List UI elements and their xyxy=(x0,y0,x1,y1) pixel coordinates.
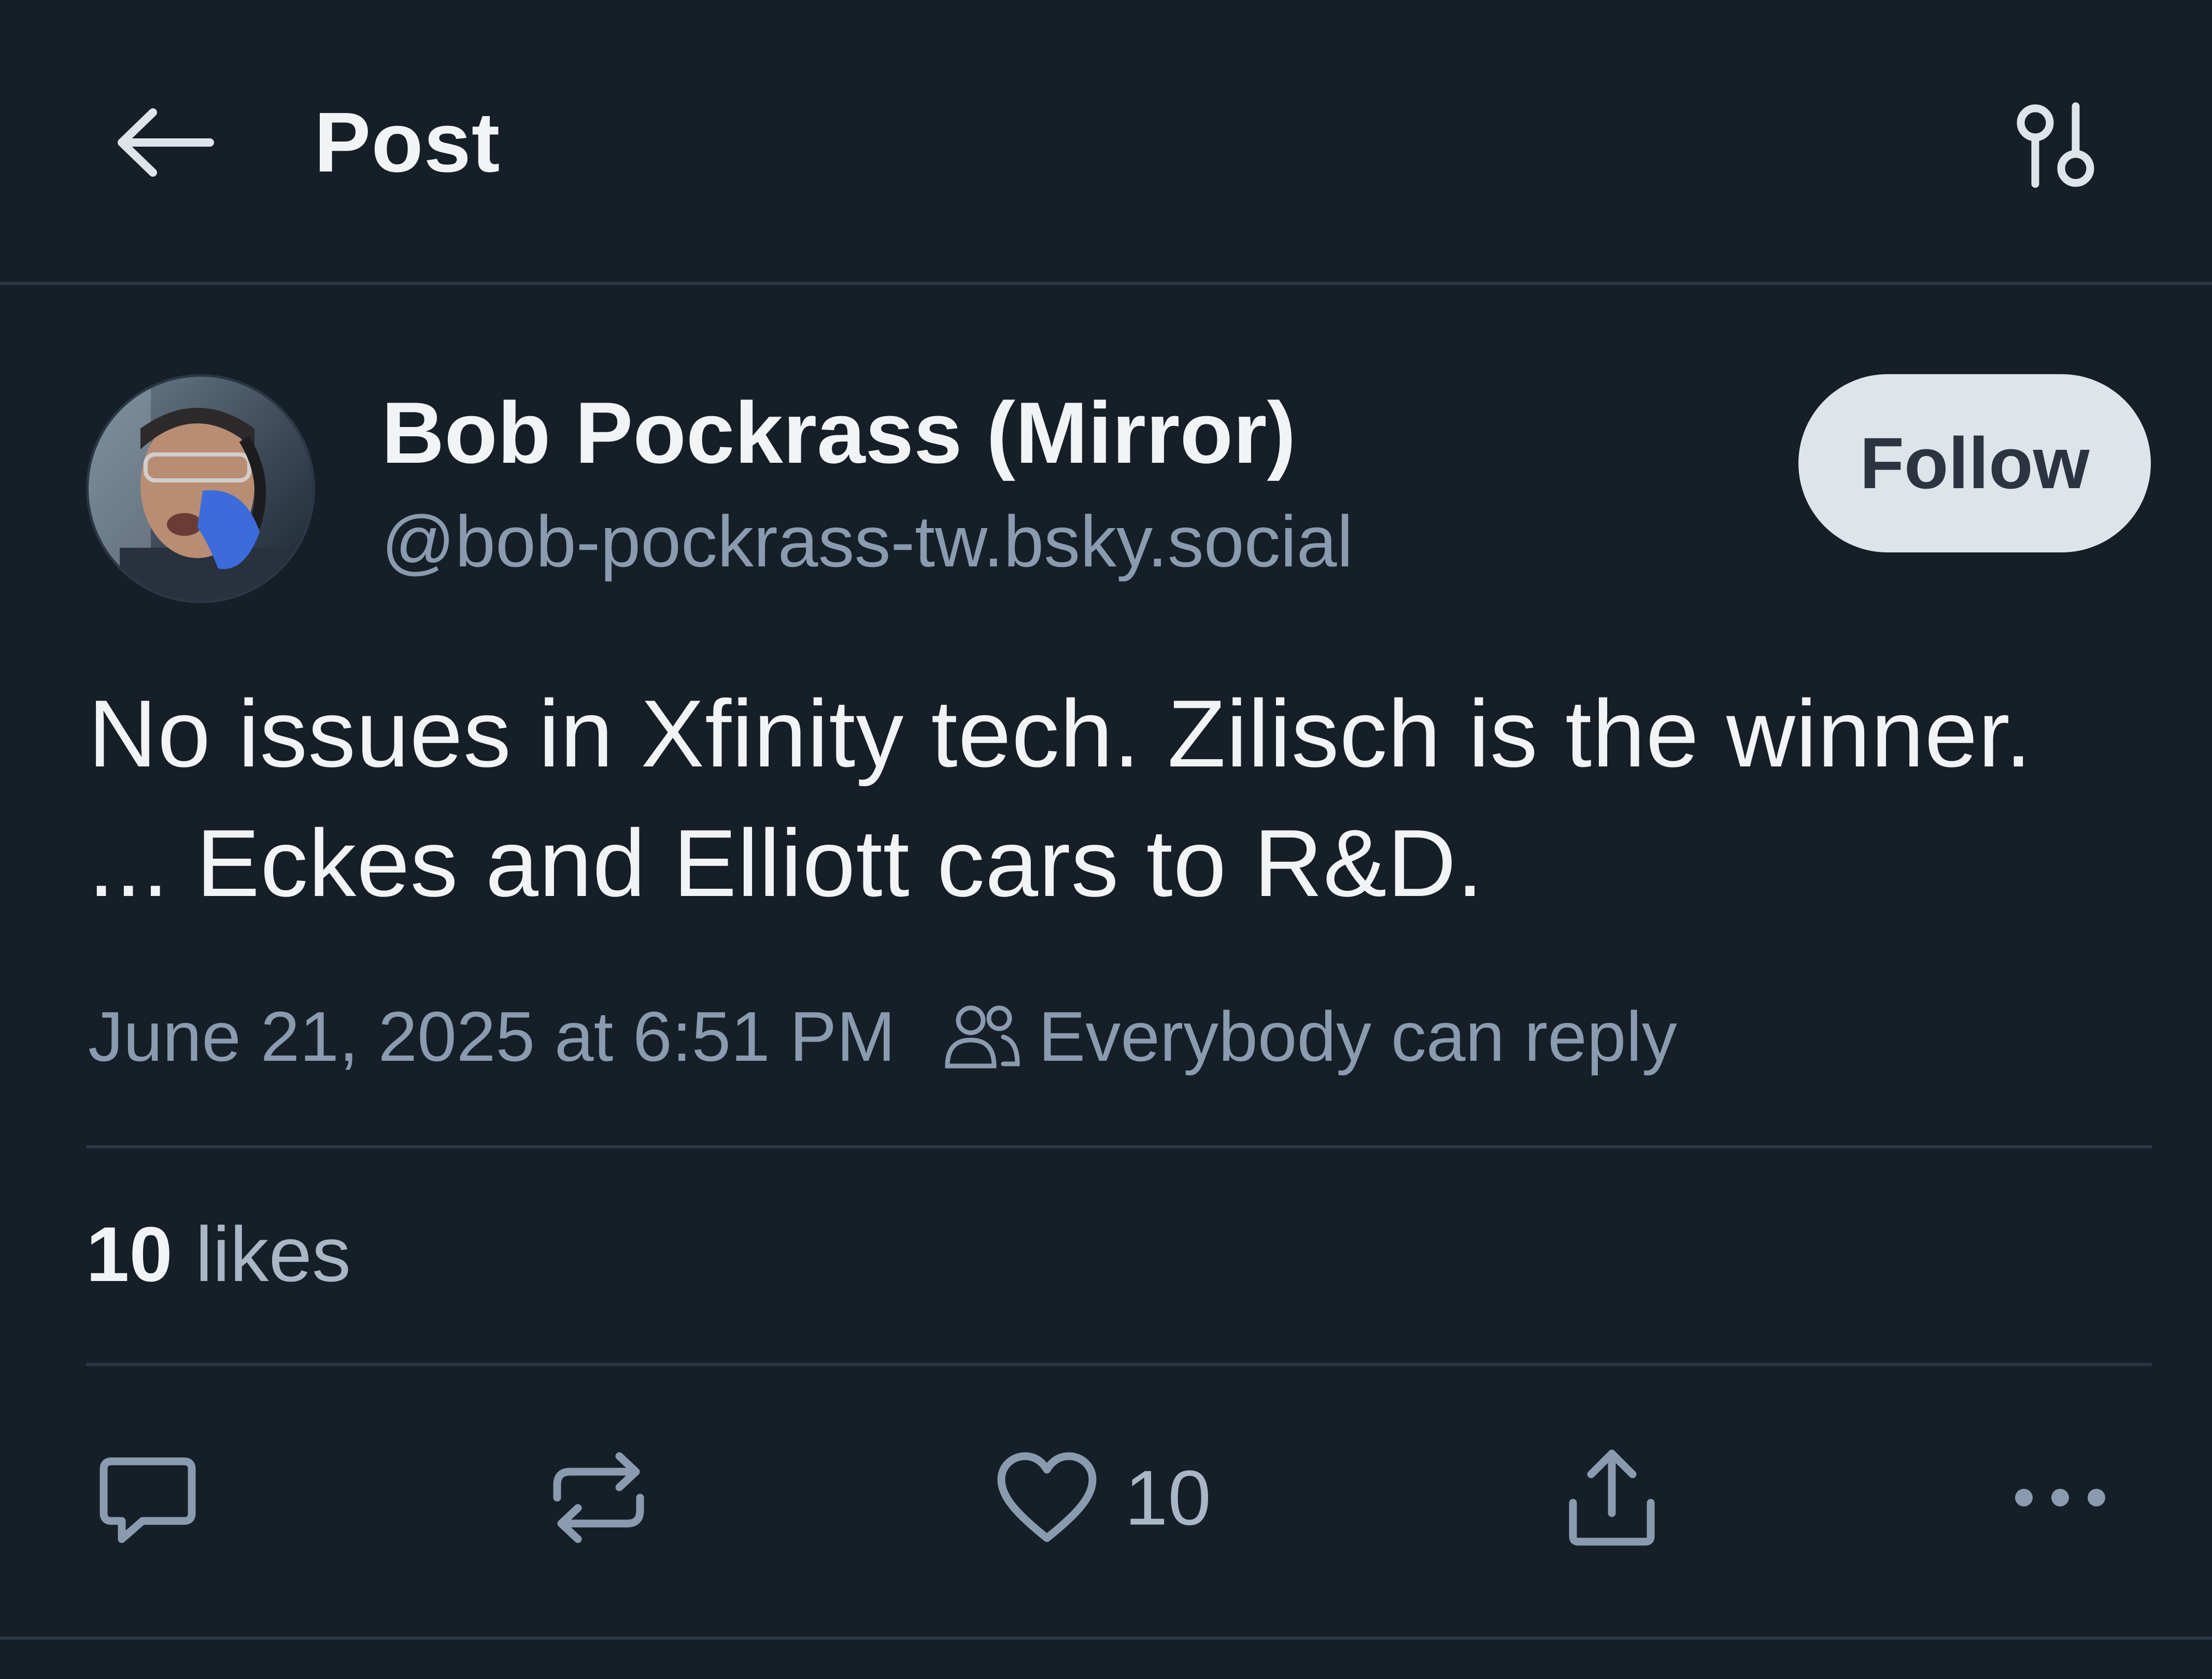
reply-button[interactable] xyxy=(88,1441,207,1555)
meta-divider xyxy=(86,1145,2152,1148)
likes-summary[interactable]: 10 likes xyxy=(86,1202,351,1306)
post-meta: June 21, 2025 at 6:51 PM Everybody can r… xyxy=(88,985,1677,1088)
comment-icon xyxy=(100,1457,196,1543)
follow-button[interactable]: Follow xyxy=(1798,374,2151,552)
sliders-icon xyxy=(2017,102,2094,188)
repost-icon xyxy=(553,1452,644,1543)
people-icon xyxy=(942,1003,1020,1070)
heart-icon xyxy=(997,1452,1097,1542)
author-display-name[interactable]: Bob Pockrass (Mirror) xyxy=(381,383,1296,482)
reply-setting[interactable]: Everybody can reply xyxy=(896,996,1677,1077)
header-divider xyxy=(0,282,2212,285)
more-dots-icon xyxy=(2015,1489,2105,1506)
avatar-photo xyxy=(89,377,313,601)
post-text: No issues in Xfinity tech. Zilisch is th… xyxy=(88,680,2032,916)
reply-setting-label: Everybody can reply xyxy=(1038,997,1677,1076)
like-count: 10 xyxy=(1125,1454,1211,1541)
share-icon xyxy=(1569,1449,1655,1546)
back-button[interactable] xyxy=(104,93,223,192)
author-handle[interactable]: @bob-pockrass-tw.bsky.social xyxy=(381,497,1353,586)
thread-options-button[interactable] xyxy=(2001,88,2115,202)
avatar[interactable] xyxy=(86,374,315,603)
likes-label: likes xyxy=(195,1210,351,1298)
likes-count: 10 xyxy=(86,1210,173,1298)
page-title: Post xyxy=(314,95,501,190)
more-options-button[interactable] xyxy=(2001,1441,2120,1555)
post-timestamp[interactable]: June 21, 2025 at 6:51 PM xyxy=(88,996,896,1077)
likes-divider xyxy=(86,1363,2152,1366)
like-button[interactable]: 10 xyxy=(995,1441,1233,1555)
repost-button[interactable] xyxy=(539,1441,658,1555)
bottom-divider xyxy=(0,1637,2212,1640)
share-button[interactable] xyxy=(1552,1441,1671,1555)
arrow-left-icon xyxy=(118,108,214,177)
